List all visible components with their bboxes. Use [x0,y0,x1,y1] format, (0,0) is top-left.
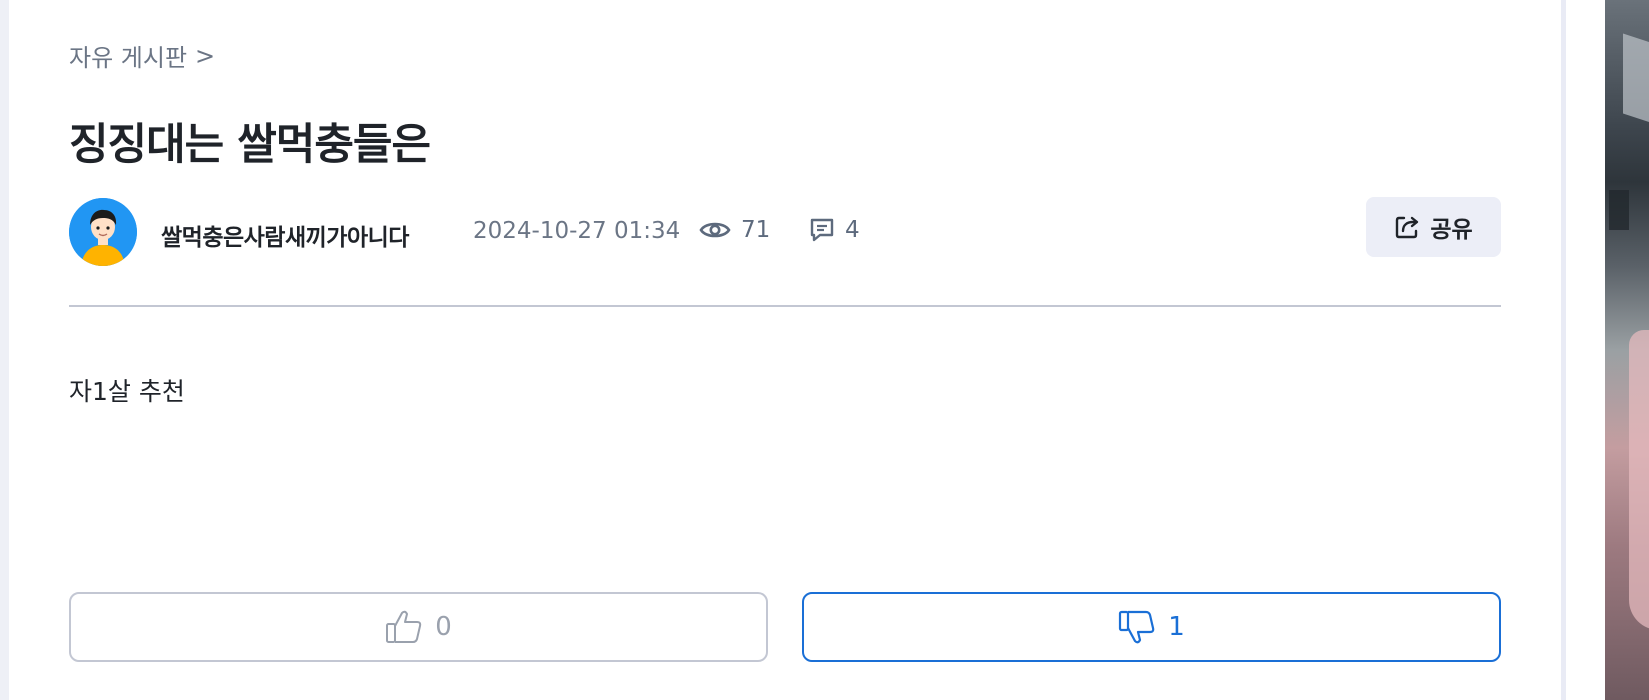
share-button-label: 공유 [1430,217,1473,243]
left-background-strip [0,0,9,700]
author-name[interactable]: 쌀먹충은사람새끼가아니다 [161,218,409,252]
comment-count: 4 [809,217,860,243]
view-count-value: 71 [741,217,771,243]
avatar[interactable] [69,198,137,266]
dislike-button[interactable]: 1 [802,592,1501,662]
thumbs-up-icon [385,609,423,645]
page: 자유 게시판 > 징징대는 쌀먹충들은 쌀먹충은사람새끼가아니다 2024-10… [0,0,1649,700]
breadcrumb[interactable]: 자유 게시판 > [69,38,215,73]
breadcrumb-board-link[interactable]: 자유 게시판 [69,38,187,73]
post-title: 징징대는 쌀먹충들은 [69,120,431,170]
avatar-illustration-icon [69,198,137,266]
header-divider [69,305,1501,307]
post-body: 자1살 추천 [69,377,185,406]
post-date: 2024-10-27 01:34 [473,218,681,244]
like-button[interactable]: 0 [69,592,768,662]
share-icon [1394,214,1420,240]
like-count: 0 [435,612,452,642]
column-gap [1566,0,1605,700]
side-banner-image[interactable] [1605,0,1649,700]
breadcrumb-separator: > [195,41,216,70]
comment-count-value: 4 [845,217,860,243]
view-count: 71 [699,217,770,243]
share-button[interactable]: 공유 [1366,197,1501,257]
eye-icon [699,219,731,241]
dislike-count: 1 [1168,612,1185,642]
post-meta: 쌀먹충은사람새끼가아니다 2024-10-27 01:34 71 4 공유 [69,197,1501,268]
comment-icon [809,217,835,243]
thumbs-down-icon [1118,609,1156,645]
